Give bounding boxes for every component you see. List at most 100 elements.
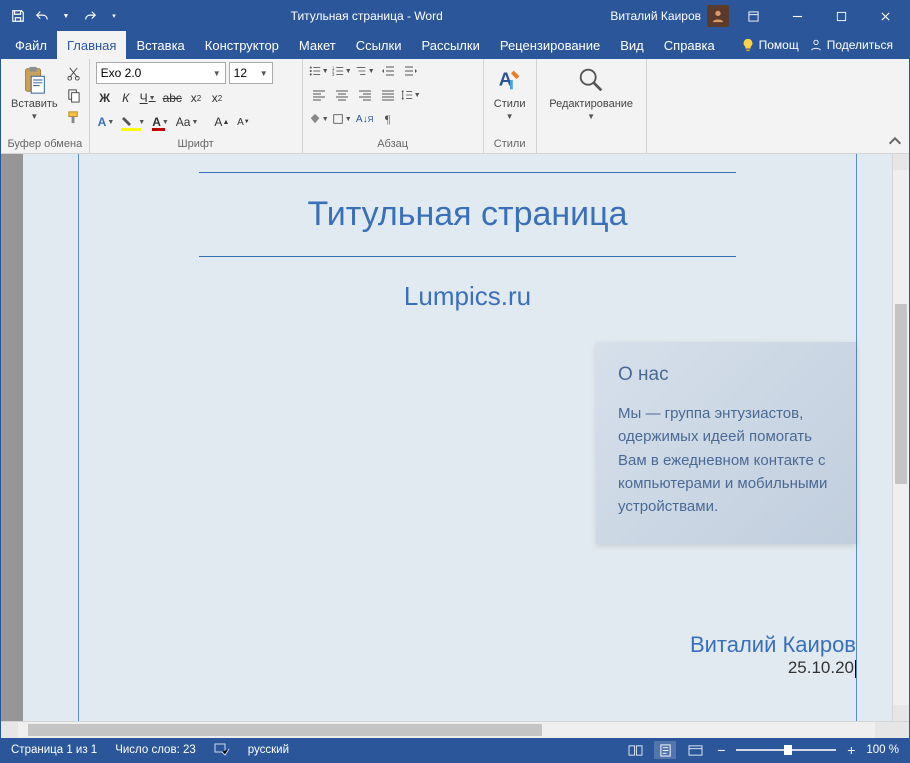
tab-help[interactable]: Справка [654, 31, 725, 59]
increase-indent-button[interactable] [401, 62, 421, 80]
sort-button[interactable]: А↓Я [355, 110, 375, 128]
tab-review[interactable]: Рецензирование [490, 31, 610, 59]
cover-title[interactable]: Титульная страница [79, 173, 856, 256]
tab-references[interactable]: Ссылки [346, 31, 412, 59]
align-center-button[interactable] [332, 86, 352, 104]
subscript-button[interactable]: x2 [187, 88, 205, 108]
group-paragraph-label: Абзац [309, 137, 477, 153]
zoom-out-button[interactable]: − [714, 743, 728, 757]
tab-file[interactable]: Файл [5, 31, 57, 59]
read-mode-button[interactable] [624, 741, 646, 759]
editing-label: Редактирование [549, 98, 633, 110]
align-right-button[interactable] [355, 86, 375, 104]
tell-me-search[interactable]: Помощ [741, 38, 799, 52]
close-button[interactable] [865, 1, 905, 31]
save-icon[interactable] [9, 7, 27, 25]
borders-button[interactable]: ▼ [332, 110, 352, 128]
horizontal-scrollbar[interactable] [1, 721, 909, 738]
collapse-ribbon-icon[interactable] [887, 133, 903, 149]
paste-button[interactable]: Вставить ▼ [7, 62, 62, 123]
numbering-button[interactable]: 123▼ [332, 62, 352, 80]
author-name[interactable]: Виталий Каиров [79, 632, 856, 658]
vertical-scrollbar[interactable] [892, 154, 909, 721]
document-date[interactable]: 25.10.20 [79, 658, 856, 678]
font-name-value: Exo 2.0 [101, 66, 142, 80]
bullets-button[interactable]: ▼ [309, 62, 329, 80]
tab-mailings[interactable]: Рассылки [411, 31, 489, 59]
justify-button[interactable] [378, 86, 398, 104]
print-layout-button[interactable] [654, 741, 676, 759]
word-count[interactable]: Число слов: 23 [115, 744, 196, 756]
about-card[interactable]: О нас Мы — группа энтузиастов, одержимых… [596, 342, 856, 544]
status-bar: Страница 1 из 1 Число слов: 23 русский −… [1, 738, 909, 762]
page-indicator[interactable]: Страница 1 из 1 [11, 744, 97, 756]
styles-button[interactable]: A Стили ▼ [490, 62, 530, 123]
tab-layout[interactable]: Макет [289, 31, 346, 59]
font-color-button[interactable]: A▼ [150, 112, 171, 132]
text-cursor [855, 660, 856, 678]
undo-dropdown-icon[interactable]: ▼ [57, 7, 75, 25]
text-effects-button[interactable]: A▼ [96, 112, 117, 132]
spellcheck-icon[interactable] [214, 742, 230, 759]
scroll-right-icon[interactable] [875, 722, 892, 738]
group-clipboard-label: Буфер обмена [7, 137, 83, 153]
document-title: Титульная страница - Word [123, 9, 610, 23]
group-editing-label [543, 137, 640, 153]
slider-track[interactable] [736, 749, 836, 751]
ribbon-tabs: Файл Главная Вставка Конструктор Макет С… [1, 31, 909, 59]
zoom-in-button[interactable]: + [844, 743, 858, 757]
multilevel-list-button[interactable]: ▼ [355, 62, 375, 80]
maximize-button[interactable] [821, 1, 861, 31]
group-editing: Редактирование ▼ [537, 59, 647, 153]
align-left-button[interactable] [309, 86, 329, 104]
shrink-font-button[interactable]: A▼ [234, 112, 252, 132]
slider-thumb[interactable] [784, 745, 792, 755]
line-spacing-button[interactable]: ▼ [401, 86, 421, 104]
qat-customize-icon[interactable]: ▾ [105, 7, 123, 25]
change-case-button[interactable]: Aa▼ [174, 112, 201, 132]
cut-icon[interactable] [65, 64, 83, 82]
user-account[interactable]: Виталий Каиров [610, 5, 729, 27]
strikethrough-button[interactable]: abc [161, 88, 184, 108]
italic-button[interactable]: К [117, 88, 135, 108]
tab-home[interactable]: Главная [57, 31, 126, 59]
zoom-slider[interactable]: − + [714, 743, 858, 757]
cover-subtitle[interactable]: Lumpics.ru [79, 257, 856, 322]
web-layout-button[interactable] [684, 741, 706, 759]
format-painter-icon[interactable] [65, 108, 83, 126]
zoom-level[interactable]: 100 % [866, 744, 899, 756]
tab-design[interactable]: Конструктор [195, 31, 289, 59]
group-styles-label: Стили [490, 137, 530, 153]
page[interactable]: Титульная страница Lumpics.ru О нас Мы —… [23, 154, 892, 721]
svg-text:3: 3 [332, 72, 335, 77]
decrease-indent-button[interactable] [378, 62, 398, 80]
superscript-button[interactable]: x2 [208, 88, 226, 108]
tab-view[interactable]: Вид [610, 31, 654, 59]
share-button[interactable]: Поделиться [809, 38, 893, 52]
avatar [707, 5, 729, 27]
group-styles: A Стили ▼ Стили [484, 59, 537, 153]
tab-insert[interactable]: Вставка [126, 31, 194, 59]
chevron-down-icon: ▼ [213, 69, 221, 78]
font-name-combo[interactable]: Exo 2.0 ▼ [96, 62, 226, 84]
editing-button[interactable]: Редактирование ▼ [545, 62, 637, 123]
minimize-button[interactable] [777, 1, 817, 31]
highlight-button[interactable]: ▼ [119, 112, 147, 132]
undo-icon[interactable] [33, 7, 51, 25]
font-size-combo[interactable]: 12▼ [229, 62, 273, 84]
scrollbar-thumb[interactable] [28, 724, 542, 736]
redo-icon[interactable] [81, 7, 99, 25]
scroll-left-icon[interactable] [1, 722, 18, 738]
ribbon-display-options-button[interactable] [733, 1, 773, 31]
show-marks-button[interactable]: ¶ [378, 110, 398, 128]
group-paragraph: ▼ 123▼ ▼ ▼ ▼ ▼ А↓Я ¶ [303, 59, 484, 153]
about-heading: О нас [618, 364, 834, 386]
shading-button[interactable]: ▼ [309, 110, 329, 128]
language-indicator[interactable]: русский [248, 744, 289, 756]
underline-button[interactable]: Ч▼ [138, 88, 158, 108]
grow-font-button[interactable]: A▲ [212, 112, 231, 132]
bold-button[interactable]: Ж [96, 88, 114, 108]
document-scroll[interactable]: Титульная страница Lumpics.ru О нас Мы —… [1, 154, 892, 721]
copy-icon[interactable] [65, 86, 83, 104]
scrollbar-thumb[interactable] [895, 304, 907, 484]
